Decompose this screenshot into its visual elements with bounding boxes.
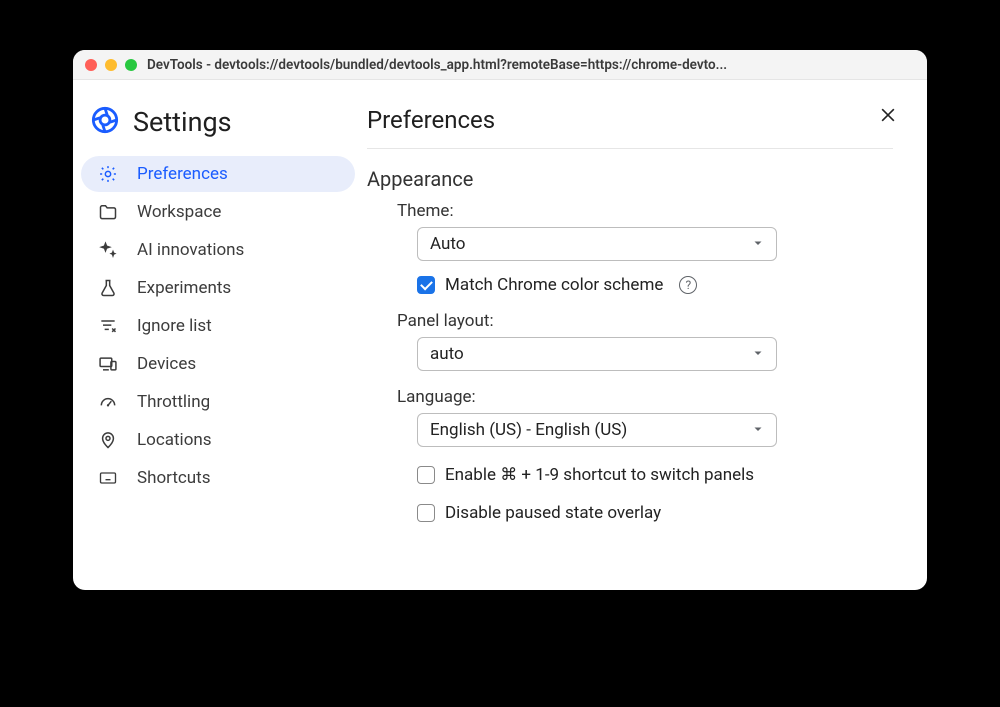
sidebar-item-throttling[interactable]: Throttling bbox=[81, 384, 355, 420]
sidebar-item-ignore-list[interactable]: Ignore list bbox=[81, 308, 355, 344]
folder-icon bbox=[97, 202, 119, 222]
settings-header: Settings bbox=[81, 106, 355, 156]
sidebar-item-locations[interactable]: Locations bbox=[81, 422, 355, 458]
help-icon[interactable]: ? bbox=[679, 276, 697, 294]
window-traffic-lights bbox=[85, 59, 137, 71]
location-pin-icon bbox=[97, 430, 119, 450]
window-zoom-button[interactable] bbox=[125, 59, 137, 71]
settings-heading: Settings bbox=[133, 106, 232, 138]
sidebar-item-label: Ignore list bbox=[137, 316, 212, 336]
settings-main: Preferences Appearance Theme: Auto Match… bbox=[363, 80, 927, 590]
close-icon bbox=[878, 105, 898, 125]
theme-select-value: Auto bbox=[430, 234, 465, 254]
window-minimize-button[interactable] bbox=[105, 59, 117, 71]
chevron-down-icon bbox=[752, 234, 764, 254]
sparkle-icon bbox=[97, 240, 119, 260]
devices-icon bbox=[97, 354, 119, 374]
devtools-window: DevTools - devtools://devtools/bundled/d… bbox=[73, 50, 927, 590]
theme-label: Theme: bbox=[397, 201, 897, 221]
sidebar-item-label: Locations bbox=[137, 430, 212, 450]
sidebar-item-label: AI innovations bbox=[137, 240, 244, 260]
language-select-value: English (US) - English (US) bbox=[430, 420, 627, 440]
chevron-down-icon bbox=[752, 344, 764, 364]
flask-icon bbox=[97, 278, 119, 298]
enable-shortcut-checkbox[interactable] bbox=[417, 466, 435, 484]
gear-icon bbox=[97, 164, 119, 184]
gauge-icon bbox=[97, 392, 119, 412]
window-titlebar: DevTools - devtools://devtools/bundled/d… bbox=[73, 50, 927, 80]
sidebar-item-preferences[interactable]: Preferences bbox=[81, 156, 355, 192]
theme-select[interactable]: Auto bbox=[417, 227, 777, 261]
sidebar-item-label: Devices bbox=[137, 354, 196, 374]
window-title: DevTools - devtools://devtools/bundled/d… bbox=[147, 57, 915, 73]
settings-nav: Preferences Workspace bbox=[81, 156, 355, 496]
section-appearance-title: Appearance bbox=[367, 167, 897, 191]
sidebar-item-label: Preferences bbox=[137, 164, 228, 184]
sidebar-item-devices[interactable]: Devices bbox=[81, 346, 355, 382]
disable-overlay-row[interactable]: Disable paused state overlay bbox=[417, 503, 897, 523]
sidebar-item-label: Shortcuts bbox=[137, 468, 211, 488]
language-label: Language: bbox=[397, 387, 897, 407]
sidebar-item-experiments[interactable]: Experiments bbox=[81, 270, 355, 306]
enable-shortcut-row[interactable]: Enable ⌘ + 1-9 shortcut to switch panels bbox=[417, 465, 897, 485]
chevron-down-icon bbox=[752, 420, 764, 440]
panel-layout-label: Panel layout: bbox=[397, 311, 897, 331]
sidebar-item-label: Throttling bbox=[137, 392, 210, 412]
match-color-scheme-label: Match Chrome color scheme bbox=[445, 275, 663, 295]
sidebar-item-shortcuts[interactable]: Shortcuts bbox=[81, 460, 355, 496]
sidebar-item-label: Workspace bbox=[137, 202, 221, 222]
filter-x-icon bbox=[97, 316, 119, 336]
panel-layout-select[interactable]: auto bbox=[417, 337, 777, 371]
disable-overlay-label: Disable paused state overlay bbox=[445, 503, 661, 523]
devtools-logo-icon bbox=[91, 106, 119, 138]
keyboard-icon bbox=[97, 468, 119, 488]
page-title: Preferences bbox=[367, 106, 893, 149]
language-select[interactable]: English (US) - English (US) bbox=[417, 413, 777, 447]
panel-layout-select-value: auto bbox=[430, 344, 464, 364]
disable-overlay-checkbox[interactable] bbox=[417, 504, 435, 522]
sidebar-item-ai-innovations[interactable]: AI innovations bbox=[81, 232, 355, 268]
window-close-button[interactable] bbox=[85, 59, 97, 71]
match-color-scheme-row[interactable]: Match Chrome color scheme ? bbox=[417, 275, 897, 295]
sidebar-item-label: Experiments bbox=[137, 278, 231, 298]
sidebar-item-workspace[interactable]: Workspace bbox=[81, 194, 355, 230]
settings-sidebar: Settings Preferences bbox=[73, 80, 363, 590]
match-color-scheme-checkbox[interactable] bbox=[417, 276, 435, 294]
close-settings-button[interactable] bbox=[873, 100, 903, 130]
appearance-group: Theme: Auto Match Chrome color scheme ? … bbox=[367, 201, 897, 523]
enable-shortcut-label: Enable ⌘ + 1-9 shortcut to switch panels bbox=[445, 465, 754, 485]
